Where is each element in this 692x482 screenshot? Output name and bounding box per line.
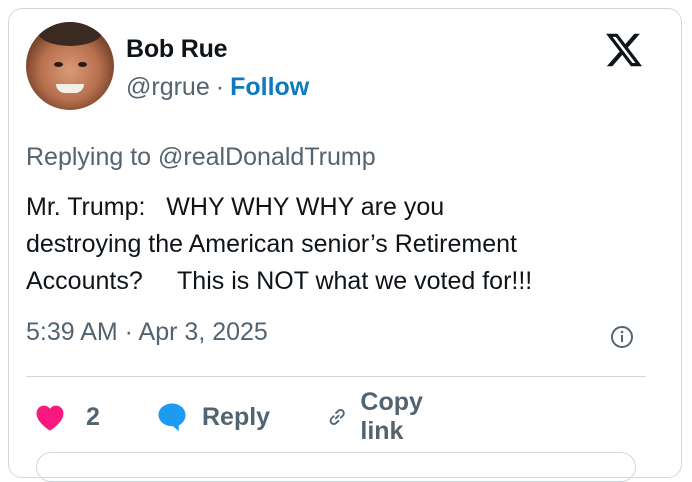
follow-button[interactable]: Follow	[230, 73, 309, 101]
replying-prefix: Replying to	[26, 143, 159, 171]
author-handle[interactable]: @rgrue	[126, 73, 210, 101]
like-count[interactable]: 2	[86, 395, 100, 439]
reply-bubble-icon	[158, 403, 186, 432]
separator-dot: ·	[215, 73, 225, 101]
read-replies-button[interactable]	[36, 452, 636, 482]
link-icon	[329, 409, 345, 425]
heart-icon	[36, 405, 64, 431]
divider	[26, 376, 646, 377]
replying-to: Replying to @realDonaldTrump	[26, 143, 376, 172]
like-count-value: 2	[86, 402, 100, 431]
like-button[interactable]	[32, 395, 68, 439]
tweet-text: Mr. Trump: WHY WHY WHY are you destroyin…	[26, 193, 533, 295]
reply-label: Reply	[202, 402, 271, 431]
copy-link-button[interactable]: Copy link	[326, 388, 435, 445]
replying-mention[interactable]: @realDonaldTrump	[158, 143, 376, 171]
tweet-timestamp[interactable]: 5:39 AM · Apr 3, 2025	[26, 318, 268, 347]
copy-link-label: Copy link	[360, 388, 423, 445]
reply-button[interactable]: Reply	[154, 395, 270, 439]
x-logo-icon[interactable]	[604, 30, 644, 70]
author-handle-row: @rgrue · Follow	[126, 73, 309, 102]
author-name[interactable]: Bob Rue	[126, 35, 228, 64]
avatar[interactable]	[26, 22, 114, 110]
info-icon[interactable]	[610, 325, 634, 349]
